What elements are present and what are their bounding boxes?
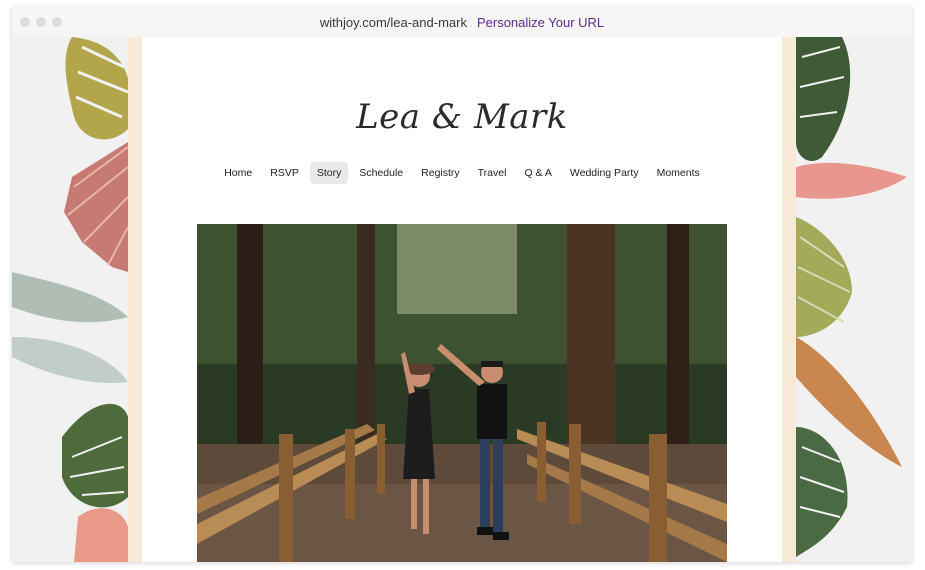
left-border-strip	[128, 37, 142, 562]
address-url[interactable]: withjoy.com/lea-and-mark	[320, 15, 467, 30]
tropical-foliage-right	[796, 37, 907, 557]
couple-hero-photo	[197, 224, 727, 562]
right-border-strip	[782, 37, 796, 562]
minimize-window-dot[interactable]	[36, 17, 46, 27]
page-content: Lea & Mark Home RSVP Story Schedule Regi…	[12, 37, 912, 562]
nav-travel[interactable]: Travel	[471, 162, 514, 184]
maximize-window-dot[interactable]	[52, 17, 62, 27]
nav-wedding-party[interactable]: Wedding Party	[563, 162, 646, 184]
nav-schedule[interactable]: Schedule	[352, 162, 410, 184]
browser-window: withjoy.com/lea-and-mark Personalize You…	[12, 7, 912, 562]
browser-titlebar: withjoy.com/lea-and-mark Personalize You…	[12, 7, 912, 37]
nav-story[interactable]: Story	[309, 162, 349, 184]
nav-qa[interactable]: Q & A	[517, 162, 558, 184]
site-navigation: Home RSVP Story Schedule Registry Travel…	[142, 162, 782, 184]
window-controls	[20, 17, 62, 27]
couple-names-title: Lea & Mark	[356, 97, 568, 137]
tropical-foliage-left	[12, 37, 132, 562]
close-window-dot[interactable]	[20, 17, 30, 27]
website-card: Lea & Mark Home RSVP Story Schedule Regi…	[142, 37, 782, 562]
personalize-url-link[interactable]: Personalize Your URL	[477, 15, 604, 30]
nav-moments[interactable]: Moments	[650, 162, 707, 184]
nav-rsvp[interactable]: RSVP	[263, 162, 306, 184]
nav-home[interactable]: Home	[217, 162, 259, 184]
nav-registry[interactable]: Registry	[414, 162, 467, 184]
